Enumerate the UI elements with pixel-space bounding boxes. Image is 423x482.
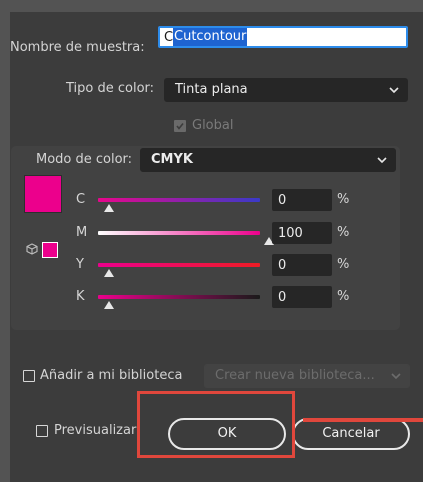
swatch-name-label: Nombre de muestra: [10, 40, 145, 55]
chevron-down-icon [377, 157, 387, 164]
channel-label-k: K [76, 289, 85, 304]
color-type-value: Tinta plana [175, 82, 248, 97]
channel-input-c[interactable] [272, 189, 332, 211]
channel-label-m: M [76, 225, 88, 240]
chevron-down-icon [391, 373, 401, 380]
color-mode-value: CMYK [151, 152, 193, 167]
channel-input-y[interactable] [272, 254, 332, 276]
global-checkbox[interactable] [174, 120, 186, 132]
slider-track-c[interactable] [98, 198, 260, 202]
annotation-highlight-box [137, 391, 295, 458]
chevron-down-icon [389, 87, 399, 94]
preview-checkbox[interactable] [36, 425, 48, 437]
channel-input-m[interactable] [272, 222, 332, 244]
channel-label-y: Y [76, 257, 84, 272]
channel-unit-m: % [337, 225, 350, 240]
color-mode-select[interactable]: CMYK [140, 148, 396, 172]
slider-track-m[interactable] [98, 231, 260, 235]
library-select[interactable]: Crear nueva biblioteca... [204, 364, 410, 388]
color-mode-label: Modo de color: [36, 152, 133, 167]
preview-label: Previsualizar [54, 423, 137, 438]
add-to-library-checkbox[interactable] [23, 370, 35, 382]
swatch-name-selected-text: Cutcontour [173, 28, 248, 46]
global-label: Global [192, 118, 234, 133]
gamut-cube-icon[interactable] [26, 243, 38, 255]
slider-thumb-k[interactable] [103, 300, 115, 310]
annotation-arrow [303, 418, 423, 422]
slider-track-y[interactable] [98, 263, 260, 267]
library-select-placeholder: Crear nueva biblioteca... [215, 368, 375, 383]
color-preview-swatch [24, 175, 62, 213]
color-type-select[interactable]: Tinta plana [164, 78, 408, 102]
color-type-label: Tipo de color: [66, 81, 155, 96]
in-gamut-swatch[interactable] [42, 242, 58, 258]
channel-unit-y: % [337, 257, 350, 272]
checkmark-icon [176, 123, 184, 130]
slider-thumb-c[interactable] [103, 203, 115, 213]
cancel-button[interactable]: Cancelar [292, 418, 410, 450]
slider-track-k[interactable] [98, 295, 260, 299]
channel-unit-k: % [337, 289, 350, 304]
add-to-library-label: Añadir a mi biblioteca [40, 368, 183, 383]
channel-unit-c: % [337, 192, 350, 207]
channel-label-c: C [76, 192, 86, 207]
slider-thumb-y[interactable] [103, 268, 115, 278]
channel-input-k[interactable] [272, 286, 332, 308]
